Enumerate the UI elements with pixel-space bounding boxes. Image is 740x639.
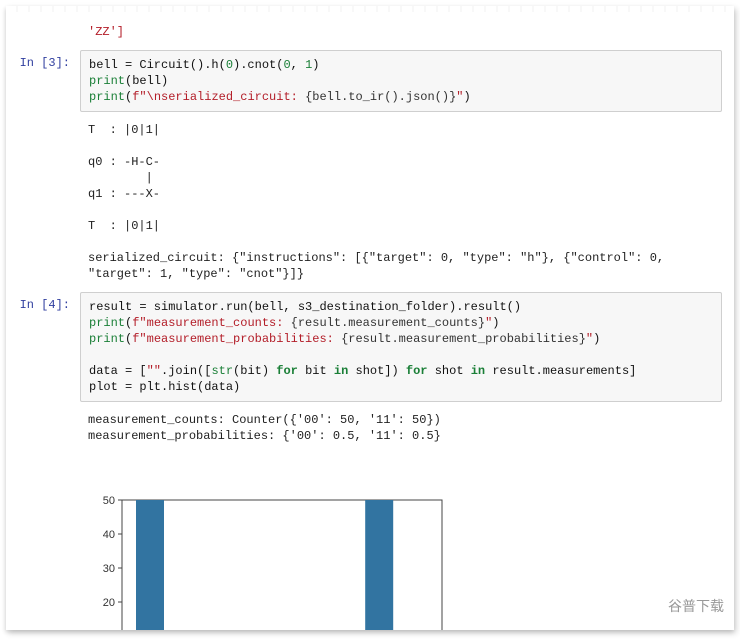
output-cell-3: T : |0|1| q0 : -H-C- | q1 : ---X- T : |0… bbox=[80, 118, 722, 286]
watermark-label: 谷普下载 bbox=[662, 594, 730, 618]
prompt-out-3 bbox=[18, 118, 80, 122]
svg-text:50: 50 bbox=[103, 495, 115, 507]
output-cell-4-text: measurement_counts: Counter({'00': 50, '… bbox=[80, 408, 722, 448]
prompt-empty bbox=[18, 20, 80, 24]
prompt-in-4: In [4]: bbox=[18, 292, 80, 314]
prompt-out-4 bbox=[18, 408, 80, 412]
code-cell-4[interactable]: result = simulator.run(bell, s3_destinat… bbox=[80, 292, 722, 402]
prompt-in-3: In [3]: bbox=[18, 50, 80, 72]
fragment-text: 'ZZ'] bbox=[88, 25, 124, 39]
svg-text:30: 30 bbox=[103, 563, 115, 575]
output-cell-4-chart: 010203040500011 bbox=[80, 456, 722, 630]
fragment-output: 'ZZ'] bbox=[80, 20, 722, 44]
svg-text:40: 40 bbox=[103, 529, 115, 541]
svg-text:20: 20 bbox=[103, 597, 115, 609]
code-cell-3[interactable]: bell = Circuit().h(0).cnot(0, 1) print(b… bbox=[80, 50, 722, 112]
histogram-plot: 010203040500011 bbox=[88, 492, 448, 630]
